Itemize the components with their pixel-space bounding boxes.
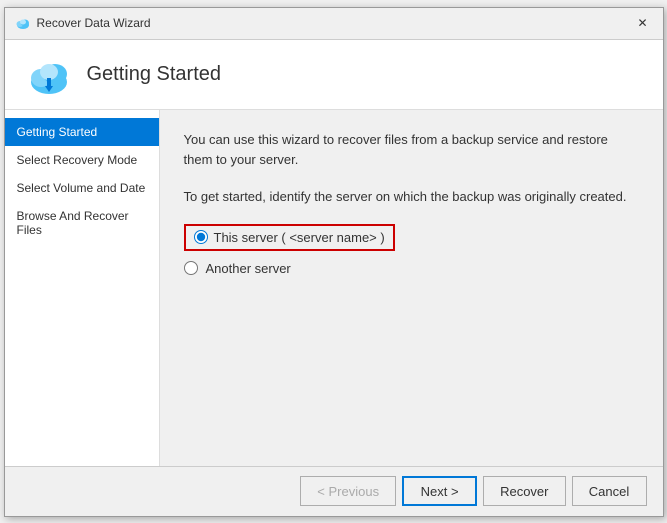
cancel-button[interactable]: Cancel xyxy=(572,476,647,506)
sidebar-item-getting-started[interactable]: Getting Started xyxy=(5,118,159,146)
close-button[interactable]: ✕ xyxy=(633,13,653,33)
recover-button[interactable]: Recover xyxy=(483,476,565,506)
window-title: Recover Data Wizard xyxy=(37,16,151,30)
this-server-label: This server ( <server name> ) xyxy=(214,230,385,245)
server-selection-group: This server ( <server name> ) Another se… xyxy=(184,224,639,276)
header-title: Getting Started xyxy=(87,63,222,86)
header: Getting Started xyxy=(5,40,663,110)
sidebar-item-select-volume-date[interactable]: Select Volume and Date xyxy=(5,174,159,202)
main-panel: You can use this wizard to recover files… xyxy=(160,110,663,466)
this-server-radio[interactable] xyxy=(194,230,208,244)
content-area: Getting Started Select Recovery Mode Sel… xyxy=(5,110,663,466)
previous-button[interactable]: < Previous xyxy=(300,476,396,506)
wizard-window: Recover Data Wizard ✕ Getting Started Ge… xyxy=(4,7,664,517)
another-server-option[interactable]: Another server xyxy=(184,261,639,276)
footer: < Previous Next > Recover Cancel xyxy=(5,466,663,516)
header-icon xyxy=(25,50,73,98)
this-server-box: This server ( <server name> ) xyxy=(184,224,395,251)
next-button[interactable]: Next > xyxy=(402,476,477,506)
this-server-option[interactable]: This server ( <server name> ) xyxy=(184,224,639,251)
another-server-radio[interactable] xyxy=(184,261,198,275)
title-bar-left: Recover Data Wizard xyxy=(15,15,151,31)
app-icon xyxy=(15,15,31,31)
sidebar-item-browse-recover[interactable]: Browse And Recover Files xyxy=(5,202,159,244)
title-bar: Recover Data Wizard ✕ xyxy=(5,8,663,40)
intro-line1: You can use this wizard to recover files… xyxy=(184,130,639,172)
intro-line2: To get started, identify the server on w… xyxy=(184,187,639,208)
sidebar-item-select-recovery-mode[interactable]: Select Recovery Mode xyxy=(5,146,159,174)
another-server-label: Another server xyxy=(206,261,291,276)
sidebar: Getting Started Select Recovery Mode Sel… xyxy=(5,110,160,466)
